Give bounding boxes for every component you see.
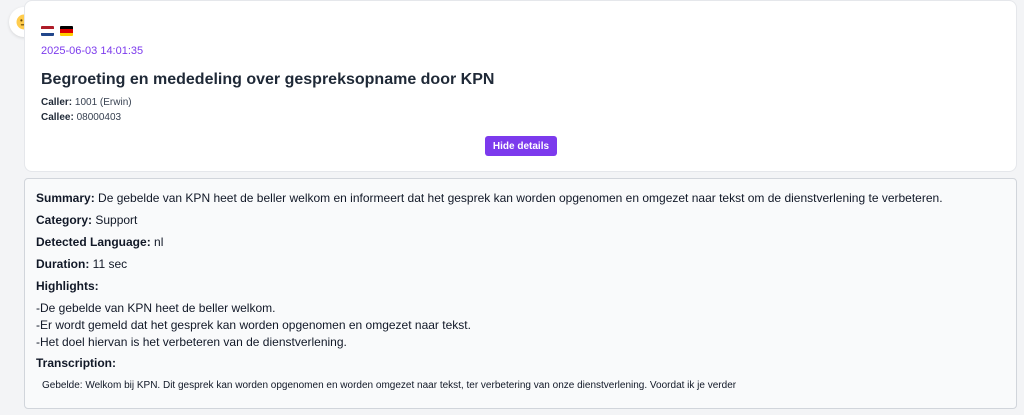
duration-value: 11 sec (92, 257, 128, 271)
highlights-list: -De gebelde van KPN heet de beller welko… (36, 300, 471, 351)
callee-line: Callee: 08000403 (41, 112, 121, 123)
call-title: Begroeting en mededeling over gespreksop… (41, 71, 495, 88)
call-card: 2025-06-03 14:01:35 Begroeting en medede… (24, 0, 1017, 172)
language-flags (41, 26, 73, 36)
language-value: nl (154, 235, 164, 249)
caller-line: Caller: 1001 (Erwin) (41, 97, 132, 108)
callee-label: Callee: (41, 112, 74, 123)
callee-value: 08000403 (76, 112, 122, 123)
duration-row: Duration: 11 sec (36, 257, 127, 271)
language-row: Detected Language: nl (36, 235, 163, 249)
flag-stripe (60, 32, 73, 36)
caller-label: Caller: (41, 97, 73, 108)
summary-value: De gebelde van KPN heet de beller welkom… (98, 191, 943, 205)
highlight-item: -De gebelde van KPN heet de beller welko… (36, 301, 276, 315)
highlights-label: Highlights: (36, 279, 99, 293)
flag-stripe (41, 32, 54, 36)
category-row: Category: Support (36, 213, 137, 227)
flag-netherlands-icon (41, 26, 54, 36)
category-label: Category: (36, 213, 93, 227)
transcription-label: Transcription: (36, 356, 117, 370)
call-details-panel: Summary: De gebelde van KPN heet de bell… (24, 178, 1017, 409)
hide-details-button[interactable]: Hide details (485, 136, 557, 156)
caller-value: 1001 (Erwin) (74, 97, 132, 108)
transcription-row: Transcription: (36, 356, 116, 370)
summary-label: Summary: (36, 191, 95, 205)
category-value: Support (95, 213, 138, 227)
highlights-row: Highlights: (36, 279, 99, 293)
highlight-item: -Er wordt gemeld dat het gesprek kan wor… (36, 318, 471, 332)
flag-germany-icon (60, 26, 73, 36)
highlight-item: -Het doel hiervan is het verbeteren van … (36, 335, 347, 349)
summary-row: Summary: De gebelde van KPN heet de bell… (36, 191, 943, 205)
language-label: Detected Language: (36, 235, 151, 249)
transcription-text: Gebelde: Welkom bij KPN. Dit gesprek kan… (42, 380, 737, 391)
duration-label: Duration: (36, 257, 90, 271)
call-timestamp: 2025-06-03 14:01:35 (41, 45, 144, 57)
